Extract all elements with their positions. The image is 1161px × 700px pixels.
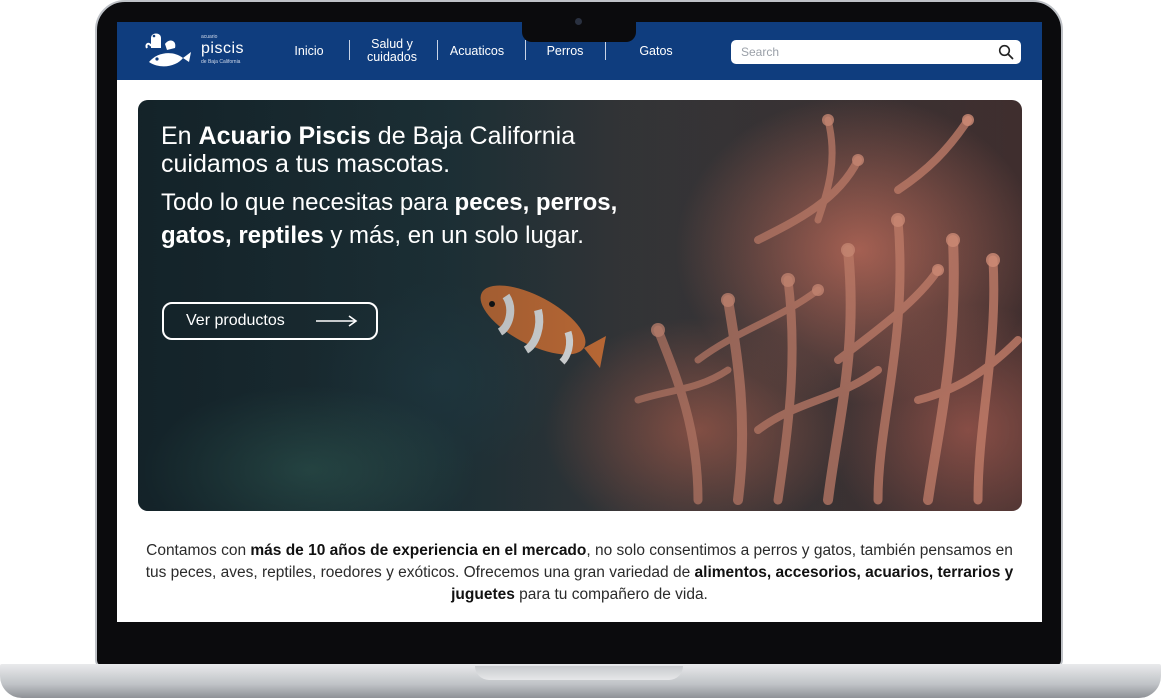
browser-screen: acuario piscis de Baja California Inicio… <box>117 22 1042 622</box>
hero-sub-pre: Todo lo que necesitas para <box>161 189 455 216</box>
nav-divider <box>437 40 438 60</box>
desc-text-3: para tu compañero de vida. <box>514 586 708 603</box>
hero-title-bold: Acuario Piscis <box>198 122 371 150</box>
laptop-base-notch <box>475 666 683 680</box>
hero-title-pre: En <box>161 122 199 150</box>
hero-sub-post: y más, en un solo lugar. <box>323 222 584 249</box>
cta-label: Ver productos <box>186 312 285 329</box>
hero-subtitle: Todo lo que necesitas para peces, perros… <box>161 186 651 252</box>
nav-divider <box>605 40 606 60</box>
nav-item-inicio[interactable]: Inicio <box>285 22 333 80</box>
nav-item-gatos[interactable]: Gatos <box>629 22 683 80</box>
arrow-right-icon <box>316 315 358 327</box>
search-box[interactable] <box>731 40 1021 64</box>
laptop-frame: acuario piscis de Baja California Inicio… <box>0 0 1161 700</box>
about-description: Contamos con más de 10 años de experienc… <box>137 540 1022 606</box>
camera-notch <box>522 12 636 42</box>
hero-text: En Acuario Piscis de Baja California cui… <box>161 122 651 252</box>
hero-title: En Acuario Piscis de Baja California cui… <box>161 122 651 178</box>
nav-divider <box>525 40 526 60</box>
brand-subtitle: de Baja California <box>201 59 241 65</box>
desc-bold-1: más de 10 años de experiencia en el merc… <box>250 542 587 559</box>
brand-name: piscis <box>201 40 245 57</box>
search-input[interactable] <box>741 40 991 64</box>
search-icon[interactable] <box>998 44 1014 60</box>
desc-text-1: Contamos con <box>146 542 251 559</box>
nav-divider <box>349 40 350 60</box>
camera-icon <box>575 18 582 25</box>
hero-banner: En Acuario Piscis de Baja California cui… <box>138 100 1022 511</box>
brand-logo[interactable]: acuario piscis de Baja California <box>143 28 253 74</box>
nav-item-acuaticos[interactable]: Acuaticos <box>443 22 511 80</box>
ver-productos-button[interactable]: Ver productos <box>162 302 378 340</box>
fish-logo-icon <box>145 33 191 67</box>
nav-item-salud-y-cuidados[interactable]: Salud y cuidados <box>359 22 425 80</box>
